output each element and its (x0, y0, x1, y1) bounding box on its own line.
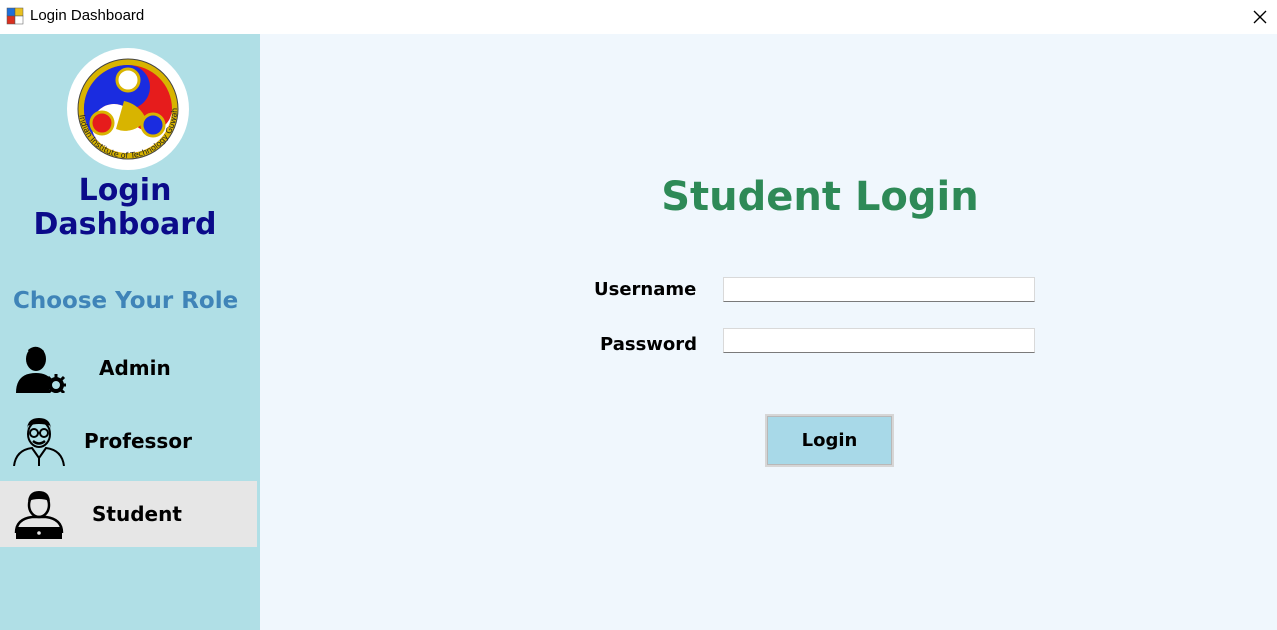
username-label: Username (594, 279, 697, 300)
winforms-app-icon (6, 7, 24, 25)
page-title: Student Login (661, 174, 979, 220)
sidebar-title-line1: Login (78, 173, 172, 208)
window-title: Login Dashboard (30, 7, 145, 24)
role-heading: Choose Your Role (13, 288, 239, 314)
role-item-student[interactable]: Student (0, 481, 257, 547)
sidebar-title-line2: Dashboard (33, 207, 217, 242)
password-field[interactable] (723, 328, 1035, 353)
close-button[interactable] (1243, 0, 1277, 34)
close-icon (1253, 10, 1267, 24)
iitg-logo: Indian Institute of Technology Guwahati (65, 46, 189, 170)
sidebar: Indian Institute of Technology Guwahati … (0, 34, 260, 630)
professor-icon (13, 418, 65, 466)
admin-user-gear-icon (16, 346, 66, 393)
username-field[interactable] (723, 277, 1035, 302)
role-item-professor[interactable]: Professor (0, 408, 257, 474)
role-item-admin[interactable]: Admin (0, 335, 257, 401)
login-button[interactable]: Login (765, 414, 894, 467)
password-label: Password (600, 334, 698, 355)
role-label-admin: Admin (99, 356, 171, 380)
student-laptop-icon (14, 491, 64, 539)
role-label-professor: Professor (84, 429, 192, 453)
title-bar: Login Dashboard (0, 0, 1277, 34)
role-label-student: Student (92, 502, 182, 526)
